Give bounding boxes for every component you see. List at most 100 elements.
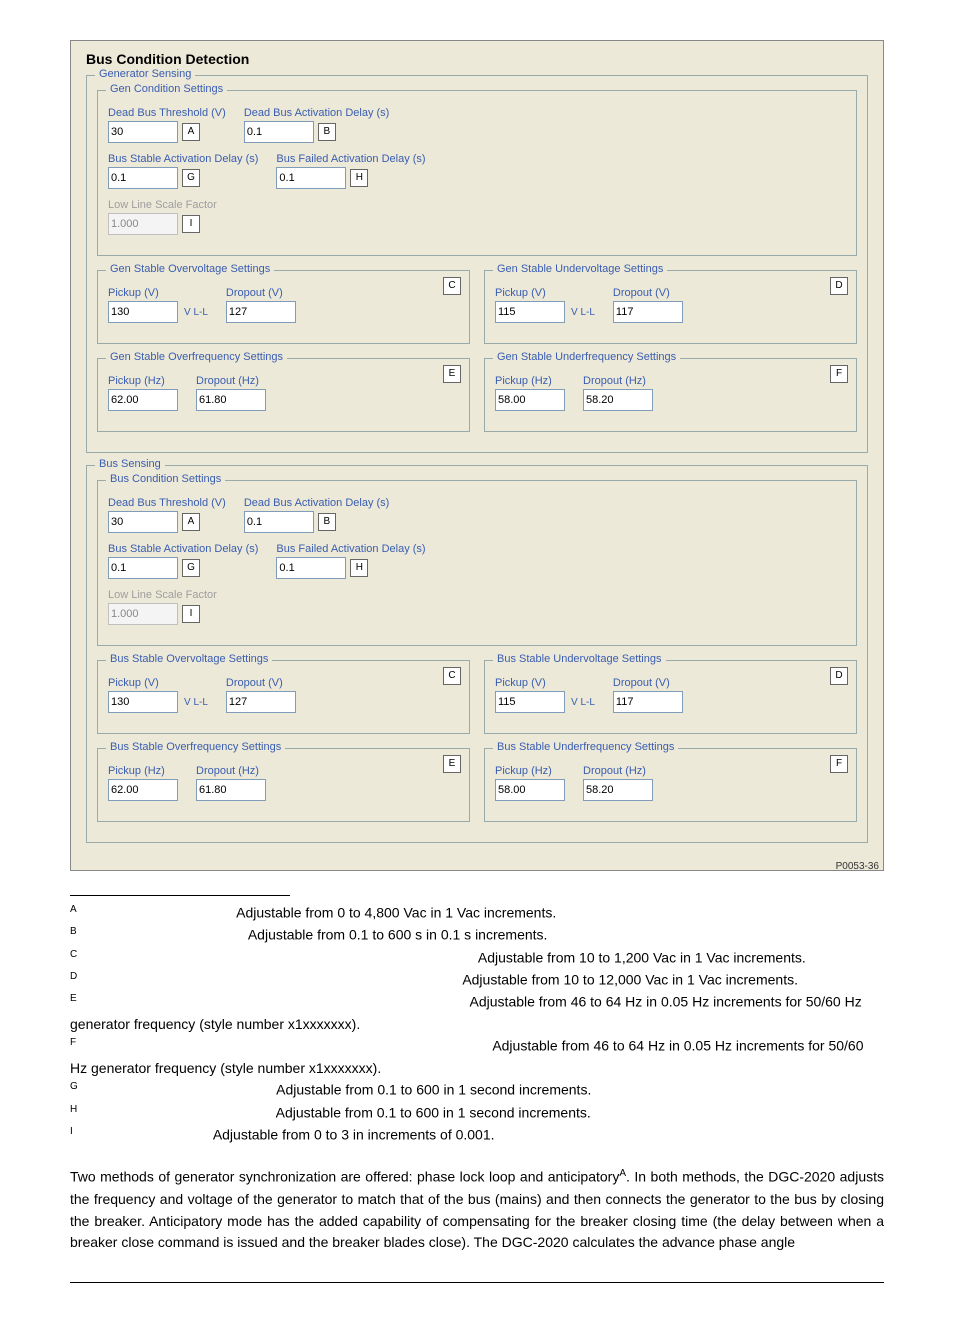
vll-unit: V L-L bbox=[571, 697, 595, 708]
tag-g: G bbox=[182, 559, 200, 577]
bus-uv-dropout-input[interactable] bbox=[613, 691, 683, 713]
note-g: G Adjustable from 0.1 to 600 in 1 second… bbox=[70, 1079, 884, 1101]
bus-failed-delay-label: Bus Failed Activation Delay (s) bbox=[276, 543, 425, 555]
tag-e: E bbox=[443, 755, 461, 773]
gen-ov-dropout-input[interactable] bbox=[226, 301, 296, 323]
gen-failed-delay-field: Bus Failed Activation Delay (s) H bbox=[276, 153, 425, 189]
bus-ov-dropout-label: Dropout (V) bbox=[226, 677, 296, 689]
gen-uv-legend: Gen Stable Undervoltage Settings bbox=[493, 263, 667, 275]
gen-uf-dropout-label: Dropout (Hz) bbox=[583, 375, 653, 387]
gen-uf-pickup-label: Pickup (Hz) bbox=[495, 375, 565, 387]
note-e: E Adjustable from 46 to 64 Hz in 0.05 Hz… bbox=[70, 991, 884, 1035]
gen-dead-thresh-label: Dead Bus Threshold (V) bbox=[108, 107, 226, 119]
bus-ov-pickup-label: Pickup (V) bbox=[108, 677, 208, 689]
bus-uf-dropout-label: Dropout (Hz) bbox=[583, 765, 653, 777]
generator-sensing-legend: Generator Sensing bbox=[95, 68, 195, 80]
gen-overvoltage: Gen Stable Overvoltage Settings C Pickup… bbox=[97, 270, 470, 344]
tag-b: B bbox=[318, 513, 336, 531]
bus-of-pickup-label: Pickup (Hz) bbox=[108, 765, 178, 777]
gen-uv-pickup-input[interactable] bbox=[495, 301, 565, 323]
bus-ov-legend: Bus Stable Overvoltage Settings bbox=[106, 653, 272, 665]
gen-low-line-field: Low Line Scale Factor I bbox=[108, 199, 217, 235]
bus-uv-pickup-label: Pickup (V) bbox=[495, 677, 595, 689]
bus-of-legend: Bus Stable Overfrequency Settings bbox=[106, 741, 285, 753]
bus-uf-legend: Bus Stable Underfrequency Settings bbox=[493, 741, 678, 753]
bus-of-pickup-input[interactable] bbox=[108, 779, 178, 801]
gen-ov-pickup-input[interactable] bbox=[108, 301, 178, 323]
gen-uf-pickup-input[interactable] bbox=[495, 389, 565, 411]
tag-d: D bbox=[830, 667, 848, 685]
gen-ov-pickup-label: Pickup (V) bbox=[108, 287, 208, 299]
gen-of-pickup-label: Pickup (Hz) bbox=[108, 375, 178, 387]
gen-stable-delay-label: Bus Stable Activation Delay (s) bbox=[108, 153, 258, 165]
bus-uf-dropout-input[interactable] bbox=[583, 779, 653, 801]
gen-low-line-label: Low Line Scale Factor bbox=[108, 199, 217, 211]
bus-underfrequency: Bus Stable Underfrequency Settings F Pic… bbox=[484, 748, 857, 822]
tag-b: B bbox=[318, 123, 336, 141]
bus-dead-thresh-input[interactable] bbox=[108, 511, 178, 533]
bus-stable-delay-input[interactable] bbox=[108, 557, 178, 579]
bus-low-line-label: Low Line Scale Factor bbox=[108, 589, 217, 601]
gen-uf-dropout-input[interactable] bbox=[583, 389, 653, 411]
note-a: A Adjustable from 0 to 4,800 Vac in 1 Va… bbox=[70, 902, 884, 924]
bus-uv-dropout-label: Dropout (V) bbox=[613, 677, 683, 689]
gen-of-legend: Gen Stable Overfrequency Settings bbox=[106, 351, 287, 363]
body-paragraph: Two methods of generator synchronization… bbox=[70, 1166, 884, 1253]
gen-failed-delay-input[interactable] bbox=[276, 167, 346, 189]
tag-e: E bbox=[443, 365, 461, 383]
gen-dead-delay-input[interactable] bbox=[244, 121, 314, 143]
gen-uv-dropout-label: Dropout (V) bbox=[613, 287, 683, 299]
page-bottom-rule bbox=[70, 1282, 884, 1283]
bus-dead-delay-label: Dead Bus Activation Delay (s) bbox=[244, 497, 390, 509]
tag-d: D bbox=[830, 277, 848, 295]
bus-dead-delay-input[interactable] bbox=[244, 511, 314, 533]
gen-ov-dropout-label: Dropout (V) bbox=[226, 287, 296, 299]
tag-i: I bbox=[182, 605, 200, 623]
gen-ov-legend: Gen Stable Overvoltage Settings bbox=[106, 263, 274, 275]
bus-condition-dialog: Bus Condition Detection Generator Sensin… bbox=[70, 40, 884, 871]
footnotes: A Adjustable from 0 to 4,800 Vac in 1 Va… bbox=[70, 895, 884, 1146]
gen-uf-legend: Gen Stable Underfrequency Settings bbox=[493, 351, 680, 363]
note-h: H Adjustable from 0.1 to 600 in 1 second… bbox=[70, 1102, 884, 1124]
gen-dead-thresh-input[interactable] bbox=[108, 121, 178, 143]
note-f: F Adjustable from 46 to 64 Hz in 0.05 Hz… bbox=[70, 1035, 884, 1079]
gen-uv-pickup-label: Pickup (V) bbox=[495, 287, 595, 299]
tag-c: C bbox=[443, 667, 461, 685]
bus-ov-pickup-input[interactable] bbox=[108, 691, 178, 713]
note-c: C Adjustable from 10 to 1,200 Vac in 1 V… bbox=[70, 947, 884, 969]
vll-unit: V L-L bbox=[184, 307, 208, 318]
tag-f: F bbox=[830, 365, 848, 383]
gen-stable-delay-field: Bus Stable Activation Delay (s) G bbox=[108, 153, 258, 189]
bus-uf-pickup-input[interactable] bbox=[495, 779, 565, 801]
gen-of-dropout-input[interactable] bbox=[196, 389, 266, 411]
gen-dead-delay-label: Dead Bus Activation Delay (s) bbox=[244, 107, 390, 119]
gen-stable-delay-input[interactable] bbox=[108, 167, 178, 189]
bus-failed-delay-input[interactable] bbox=[276, 557, 346, 579]
bus-uv-legend: Bus Stable Undervoltage Settings bbox=[493, 653, 666, 665]
bus-stable-delay-label: Bus Stable Activation Delay (s) bbox=[108, 543, 258, 555]
tag-a: A bbox=[182, 123, 200, 141]
gen-overfrequency: Gen Stable Overfrequency Settings E Pick… bbox=[97, 358, 470, 432]
tag-f: F bbox=[830, 755, 848, 773]
tag-h: H bbox=[350, 559, 368, 577]
gen-underfrequency: Gen Stable Underfrequency Settings F Pic… bbox=[484, 358, 857, 432]
gen-uv-dropout-input[interactable] bbox=[613, 301, 683, 323]
bus-uv-pickup-input[interactable] bbox=[495, 691, 565, 713]
gen-dead-thresh-field: Dead Bus Threshold (V) A bbox=[108, 107, 226, 143]
bus-dead-thresh-label: Dead Bus Threshold (V) bbox=[108, 497, 226, 509]
bus-of-dropout-input[interactable] bbox=[196, 779, 266, 801]
gen-cond-legend: Gen Condition Settings bbox=[106, 83, 227, 95]
gen-low-line-input bbox=[108, 213, 178, 235]
bus-condition-settings: Bus Condition Settings Dead Bus Threshol… bbox=[97, 480, 857, 646]
generator-sensing-group: Generator Sensing Gen Condition Settings… bbox=[86, 75, 868, 453]
bus-sensing-group: Bus Sensing Bus Condition Settings Dead … bbox=[86, 465, 868, 843]
gen-of-pickup-input[interactable] bbox=[108, 389, 178, 411]
note-d: D Adjustable from 10 to 12,000 Vac in 1 … bbox=[70, 969, 884, 991]
gen-undervoltage: Gen Stable Undervoltage Settings D Picku… bbox=[484, 270, 857, 344]
bus-ov-dropout-input[interactable] bbox=[226, 691, 296, 713]
tag-h: H bbox=[350, 169, 368, 187]
tag-i: I bbox=[182, 215, 200, 233]
bus-uf-pickup-label: Pickup (Hz) bbox=[495, 765, 565, 777]
bus-overvoltage: Bus Stable Overvoltage Settings C Pickup… bbox=[97, 660, 470, 734]
bus-overfrequency: Bus Stable Overfrequency Settings E Pick… bbox=[97, 748, 470, 822]
